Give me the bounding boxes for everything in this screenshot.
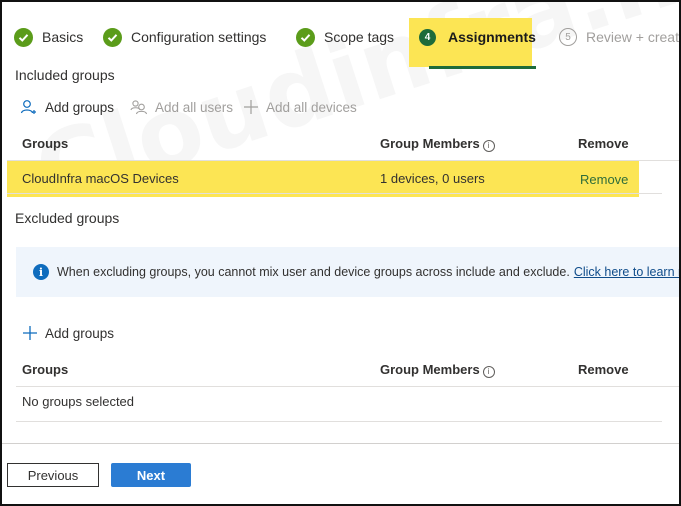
column-header-label: Group Members: [380, 136, 480, 151]
add-excluded-groups-button[interactable]: Add groups: [22, 325, 114, 341]
check-circle-icon: [296, 27, 315, 47]
add-all-users-button[interactable]: Add all users: [130, 99, 233, 115]
add-groups-button[interactable]: Add groups: [20, 99, 114, 115]
excluded-groups-title: Excluded groups: [15, 210, 120, 226]
info-banner-text: When excluding groups, you cannot mix us…: [57, 265, 570, 279]
step-label: Configuration settings: [131, 29, 267, 45]
table-divider: [16, 386, 679, 387]
step-assignments[interactable]: 4 Assignments: [419, 26, 536, 48]
info-icon[interactable]: i: [482, 366, 495, 378]
step-label: Review + create: [586, 29, 681, 45]
check-circle-icon: [14, 27, 33, 47]
step-basics[interactable]: Basics: [14, 26, 83, 48]
remove-group-link[interactable]: Remove: [580, 172, 628, 187]
current-step-underline: [429, 66, 536, 69]
step-configuration-settings[interactable]: Configuration settings: [103, 26, 266, 48]
people-icon: [130, 99, 148, 115]
column-header-groups: Groups: [22, 136, 69, 151]
column-header-label: Group Members: [380, 362, 480, 377]
learn-more-link[interactable]: Click here to learn more a: [574, 265, 679, 279]
plus-icon: [22, 325, 38, 341]
add-all-users-label: Add all users: [155, 99, 234, 115]
column-header-group-members: Group Members i: [380, 136, 495, 152]
info-banner: i When excluding groups, you cannot mix …: [16, 247, 679, 297]
column-header-remove: Remove: [578, 362, 629, 377]
previous-button[interactable]: Previous: [7, 463, 99, 487]
table-row-members: 1 devices, 0 users: [380, 171, 485, 186]
step-review-create[interactable]: 5 Review + create: [559, 26, 681, 48]
table-row-group-name: CloudInfra macOS Devices: [22, 171, 179, 186]
step-scope-tags[interactable]: Scope tags: [296, 26, 394, 48]
add-all-devices-label: Add all devices: [266, 99, 357, 115]
column-header-group-members: Group Members i: [380, 362, 495, 378]
included-groups-title: Included groups: [15, 67, 115, 83]
wizard-steps: Basics Configuration settings Scope tags…: [14, 16, 681, 69]
add-groups-label: Add groups: [45, 99, 115, 115]
empty-state-text: No groups selected: [22, 394, 135, 409]
next-button[interactable]: Next: [111, 463, 191, 487]
add-all-devices-button[interactable]: Add all devices: [243, 99, 357, 115]
table-divider: [7, 193, 662, 194]
step-label: Assignments: [448, 29, 536, 45]
plus-icon: [243, 99, 259, 115]
info-circle-icon: i: [33, 264, 49, 280]
step-label: Basics: [42, 29, 84, 45]
column-header-remove: Remove: [578, 136, 629, 151]
step-number-badge: 5: [559, 28, 577, 46]
check-circle-icon: [103, 27, 122, 47]
step-label: Scope tags: [324, 29, 395, 45]
table-divider: [16, 421, 662, 422]
assignments-page: Cloudinfra.net Basics Configuration sett…: [0, 0, 681, 506]
step-number-badge: 4: [419, 28, 436, 46]
add-groups-label: Add groups: [45, 325, 115, 341]
add-person-icon: [20, 99, 38, 115]
column-header-groups: Groups: [22, 362, 69, 377]
footer-divider: [2, 443, 679, 444]
info-icon[interactable]: i: [482, 140, 495, 152]
